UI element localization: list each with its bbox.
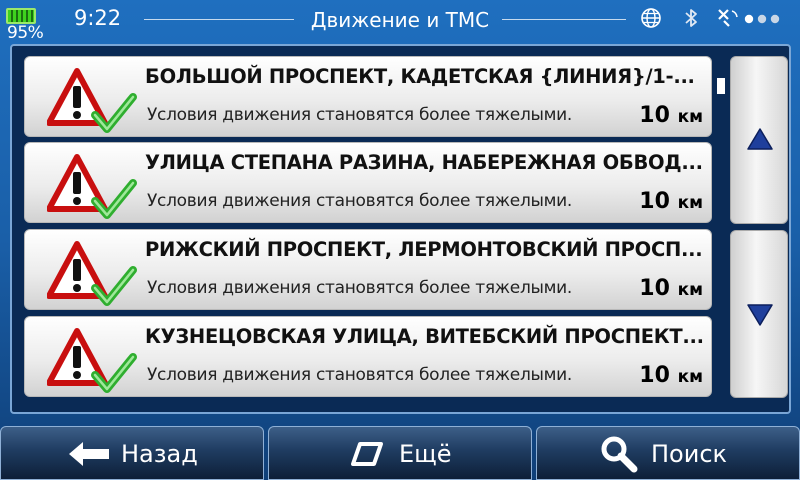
traffic-events-panel: БОЛЬШОЙ ПРОСПЕКТ, КАДЕТСКАЯ {ЛИНИЯ}/1-..… <box>10 44 791 414</box>
traffic-event-distance: 10 км <box>639 363 703 388</box>
traffic-event-distance: 10 км <box>639 103 703 128</box>
battery-icon <box>6 8 36 24</box>
more-button[interactable]: Ещё <box>268 426 532 480</box>
more-button-label: Ещё <box>399 440 452 468</box>
warning-checkmark-icon <box>47 68 137 133</box>
gps-signal-dots-icon <box>744 7 794 29</box>
traffic-event-title: РИЖСКИЙ ПРОСПЕКТ, ЛЕРМОНТОВСКИЙ ПРОСП... <box>145 238 703 261</box>
back-button[interactable]: Назад <box>0 426 264 480</box>
arrow-left-icon <box>69 442 109 466</box>
satellite-icon[interactable] <box>716 7 738 29</box>
traffic-event-distance: 10 км <box>639 276 703 301</box>
scroll-up-button[interactable] <box>730 56 788 224</box>
clock: 9:22 <box>74 6 122 30</box>
traffic-event-item[interactable]: РИЖСКИЙ ПРОСПЕКТ, ЛЕРМОНТОВСКИЙ ПРОСП...… <box>24 229 712 310</box>
traffic-event-distance: 10 км <box>639 189 703 214</box>
battery-percent: 95% <box>7 23 44 43</box>
search-button[interactable]: Поиск <box>536 426 800 480</box>
traffic-event-item[interactable]: БОЛЬШОЙ ПРОСПЕКТ, КАДЕТСКАЯ {ЛИНИЯ}/1-..… <box>24 56 712 137</box>
search-icon <box>601 436 638 473</box>
more-options-icon <box>351 442 383 466</box>
search-button-label: Поиск <box>651 440 728 468</box>
traffic-event-item[interactable]: КУЗНЕЦОВСКАЯ УЛИЦА, ВИТЕБСКИЙ ПРОСПЕКТ..… <box>24 316 712 397</box>
arrow-up-icon <box>747 128 773 150</box>
title-divider-left <box>144 19 294 20</box>
traffic-event-description: Условия движения становятся более тяжелы… <box>147 278 573 298</box>
traffic-event-title: БОЛЬШОЙ ПРОСПЕКТ, КАДЕТСКАЯ {ЛИНИЯ}/1-..… <box>145 65 695 88</box>
arrow-down-icon <box>747 304 773 326</box>
warning-checkmark-icon <box>47 154 137 219</box>
bluetooth-icon[interactable] <box>680 7 702 29</box>
warning-checkmark-icon <box>47 328 137 393</box>
back-button-label: Назад <box>121 440 198 468</box>
page-title: Движение и TMC <box>310 8 490 32</box>
status-bar: 95% 9:22 Движение и TMC <box>0 0 800 43</box>
traffic-event-item[interactable]: УЛИЦА СТЕПАНА РАЗИНА, НАБЕРЕЖНАЯ ОБВОД..… <box>24 142 712 223</box>
traffic-event-title: КУЗНЕЦОВСКАЯ УЛИЦА, ВИТЕБСКИЙ ПРОСПЕКТ..… <box>145 325 704 348</box>
warning-checkmark-icon <box>47 241 137 306</box>
title-divider-right <box>502 19 626 20</box>
traffic-event-description: Условия движения становятся более тяжелы… <box>147 365 573 385</box>
traffic-event-description: Условия движения становятся более тяжелы… <box>147 105 573 125</box>
scroll-down-button[interactable] <box>730 230 788 398</box>
traffic-event-description: Условия движения становятся более тяжелы… <box>147 191 573 211</box>
scroll-position-indicator <box>717 78 725 94</box>
traffic-event-title: УЛИЦА СТЕПАНА РАЗИНА, НАБЕРЕЖНАЯ ОБВОД..… <box>145 151 703 174</box>
globe-icon[interactable] <box>640 7 662 29</box>
